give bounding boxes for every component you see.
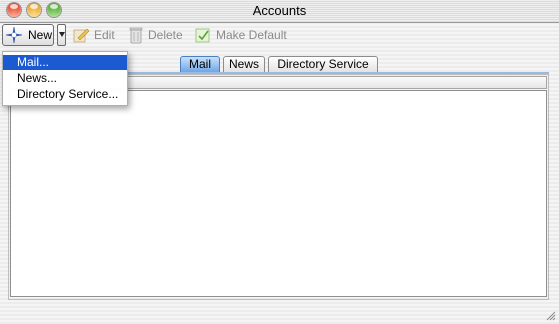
- chevron-down-icon: [59, 32, 65, 37]
- tab-news[interactable]: News: [223, 56, 265, 72]
- trash-icon: [129, 27, 143, 44]
- account-list[interactable]: [10, 90, 547, 297]
- make-default-icon: [195, 28, 210, 43]
- delete-label: Delete: [148, 28, 183, 42]
- new-account-menu: Mail... News... Directory Service...: [2, 51, 128, 106]
- edit-button[interactable]: Edit: [72, 26, 115, 44]
- make-default-label: Make Default: [216, 28, 287, 42]
- accounts-window: Accounts New Edit Delete Make Default Ma…: [0, 0, 559, 324]
- new-sparkle-icon: [6, 27, 22, 43]
- resize-grip-icon[interactable]: [544, 309, 556, 321]
- menu-item-directory-service[interactable]: Directory Service...: [3, 87, 127, 102]
- make-default-button[interactable]: Make Default: [194, 26, 287, 44]
- edit-label: Edit: [94, 28, 115, 42]
- window-title: Accounts: [252, 3, 307, 18]
- new-account-button[interactable]: New: [2, 24, 54, 46]
- new-button-label: New: [28, 28, 53, 42]
- tab-mail[interactable]: Mail: [180, 56, 220, 72]
- new-menu-arrow-button[interactable]: [57, 24, 66, 46]
- title-bar[interactable]: Accounts: [0, 0, 559, 23]
- menu-item-news[interactable]: News...: [3, 71, 127, 86]
- tab-directory-service[interactable]: Directory Service: [268, 56, 378, 72]
- menu-item-mail[interactable]: Mail...: [3, 55, 127, 70]
- delete-button[interactable]: Delete: [128, 26, 183, 44]
- pencil-paper-icon: [73, 28, 90, 43]
